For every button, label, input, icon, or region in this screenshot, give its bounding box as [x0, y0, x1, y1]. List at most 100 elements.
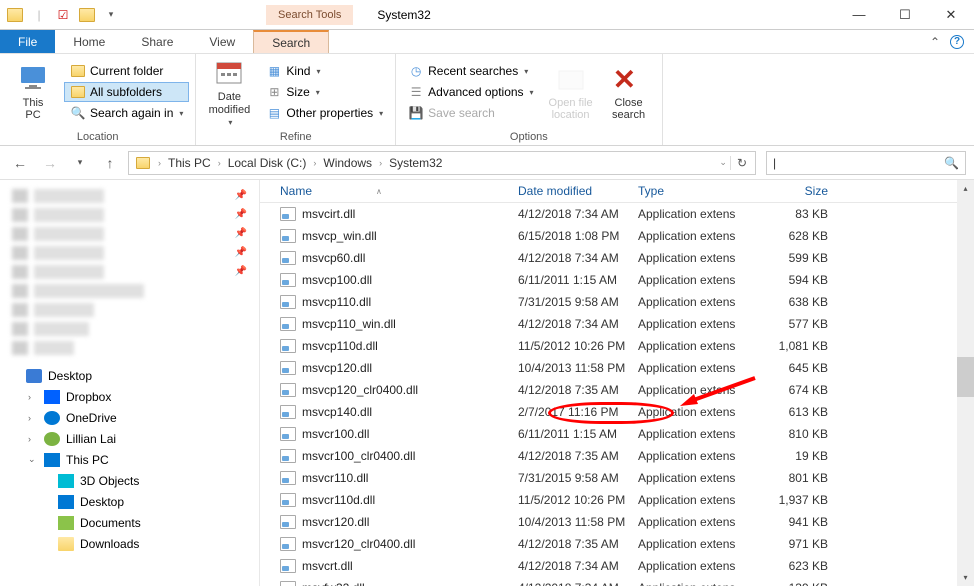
- tree-this-pc[interactable]: ⌄This PC: [6, 449, 253, 470]
- save-search-button[interactable]: 💾Save search: [402, 103, 539, 123]
- file-row[interactable]: msvcp_win.dll6/15/2018 1:08 PMApplicatio…: [260, 225, 974, 247]
- recent-searches-button[interactable]: ◷Recent searches▾: [402, 61, 539, 81]
- vertical-scrollbar[interactable]: ▴ ▾: [957, 180, 974, 586]
- forward-button[interactable]: →: [38, 151, 62, 175]
- quick-access-item[interactable]: 📌: [8, 243, 251, 262]
- help-icon[interactable]: ?: [950, 35, 964, 49]
- file-row[interactable]: msvcr100_clr0400.dll4/12/2018 7:35 AMApp…: [260, 445, 974, 467]
- file-row[interactable]: msvcp110d.dll11/5/2012 10:26 PMApplicati…: [260, 335, 974, 357]
- quick-access-item[interactable]: [8, 319, 251, 338]
- other-properties-button[interactable]: ▤Other properties▾: [260, 103, 389, 123]
- file-row[interactable]: msvcr110.dll7/31/2015 9:58 AMApplication…: [260, 467, 974, 489]
- scroll-up-icon[interactable]: ▴: [957, 180, 974, 197]
- file-row[interactable]: msvcp120_clr0400.dll4/12/2018 7:35 AMApp…: [260, 379, 974, 401]
- current-folder-button[interactable]: Current folder: [64, 61, 189, 81]
- tree-desktop2[interactable]: Desktop: [6, 491, 253, 512]
- file-row[interactable]: msvcr120.dll10/4/2013 11:58 PMApplicatio…: [260, 511, 974, 533]
- tree-user[interactable]: ›Lillian Lai: [6, 428, 253, 449]
- ribbon: This PC Current folder All subfolders 🔍S…: [0, 54, 974, 146]
- view-tab[interactable]: View: [191, 30, 253, 53]
- file-row[interactable]: msvcp120.dll10/4/2013 11:58 PMApplicatio…: [260, 357, 974, 379]
- file-name: msvcp_win.dll: [302, 229, 377, 243]
- recent-locations-button[interactable]: ▾: [68, 151, 92, 175]
- dll-file-icon: [280, 251, 296, 265]
- breadcrumb-segment[interactable]: System32: [385, 156, 446, 170]
- file-row[interactable]: msvcp140.dll2/7/2017 11:16 PMApplication…: [260, 401, 974, 423]
- close-button[interactable]: ✕: [928, 0, 974, 30]
- quick-access-item[interactable]: 📌: [8, 262, 251, 281]
- file-tab[interactable]: File: [0, 30, 55, 53]
- chevron-right-icon[interactable]: ›: [28, 413, 38, 423]
- chevron-right-icon[interactable]: ›: [376, 158, 385, 168]
- all-subfolders-button[interactable]: All subfolders: [64, 82, 189, 102]
- quick-access-item[interactable]: [8, 300, 251, 319]
- file-date: 6/11/2011 1:15 AM: [518, 427, 638, 441]
- quick-access-item[interactable]: [8, 281, 251, 300]
- tree-3d-objects[interactable]: 3D Objects: [6, 470, 253, 491]
- file-row[interactable]: msvcp110.dll7/31/2015 9:58 AMApplication…: [260, 291, 974, 313]
- refresh-button[interactable]: ↻: [730, 156, 753, 170]
- tree-downloads[interactable]: Downloads: [6, 533, 253, 554]
- home-tab[interactable]: Home: [55, 30, 123, 53]
- file-row[interactable]: msvcirt.dll4/12/2018 7:34 AMApplication …: [260, 203, 974, 225]
- breadcrumb-segment[interactable]: Local Disk (C:): [224, 156, 311, 170]
- tree-desktop[interactable]: Desktop: [6, 365, 253, 386]
- this-pc-button[interactable]: This PC: [6, 63, 60, 121]
- file-date: 6/11/2011 1:15 AM: [518, 273, 638, 287]
- file-date: 11/5/2012 10:26 PM: [518, 339, 638, 353]
- file-row[interactable]: msvcp60.dll4/12/2018 7:34 AMApplication …: [260, 247, 974, 269]
- quick-access-item[interactable]: 📌: [8, 224, 251, 243]
- back-button[interactable]: ←: [8, 151, 32, 175]
- maximize-button[interactable]: ☐: [882, 0, 928, 30]
- scroll-thumb[interactable]: [957, 357, 974, 397]
- file-row[interactable]: msvcp100.dll6/11/2011 1:15 AMApplication…: [260, 269, 974, 291]
- chevron-right-icon[interactable]: ›: [310, 158, 319, 168]
- file-row[interactable]: msvfw32.dll4/12/2018 7:34 AMApplication …: [260, 577, 974, 586]
- file-row[interactable]: msvcp110_win.dll4/12/2018 7:34 AMApplica…: [260, 313, 974, 335]
- file-row[interactable]: msvcr110d.dll11/5/2012 10:26 PMApplicati…: [260, 489, 974, 511]
- address-dropdown-icon[interactable]: ⌄: [716, 157, 730, 168]
- minimize-button[interactable]: —: [836, 0, 882, 30]
- quick-access-item[interactable]: [8, 338, 251, 357]
- column-header-date[interactable]: Date modified: [518, 184, 638, 198]
- file-name: msvcp110d.dll: [302, 339, 378, 353]
- qat-customize-icon[interactable]: ▾: [100, 4, 122, 26]
- file-row[interactable]: msvcr100.dll6/11/2011 1:15 AMApplication…: [260, 423, 974, 445]
- tree-documents[interactable]: Documents: [6, 512, 253, 533]
- file-row[interactable]: msvcr120_clr0400.dll4/12/2018 7:35 AMApp…: [260, 533, 974, 555]
- search-box[interactable]: | 🔍: [766, 151, 966, 175]
- tree-dropbox[interactable]: ›Dropbox: [6, 386, 253, 407]
- quick-access-item[interactable]: 📌: [8, 205, 251, 224]
- chevron-down-icon[interactable]: ⌄: [28, 454, 38, 465]
- address-bar[interactable]: › This PC › Local Disk (C:) › Windows › …: [128, 151, 756, 175]
- date-modified-button[interactable]: Date modified ▾: [202, 57, 256, 126]
- column-header-name[interactable]: Name∧: [260, 184, 518, 198]
- folders-icon: [70, 84, 86, 100]
- file-row[interactable]: msvcrt.dll4/12/2018 7:34 AMApplication e…: [260, 555, 974, 577]
- tree-onedrive[interactable]: ›OneDrive: [6, 407, 253, 428]
- collapse-ribbon-icon[interactable]: ⌃: [930, 35, 940, 49]
- column-header-type[interactable]: Type: [638, 184, 758, 198]
- up-button[interactable]: ↑: [98, 151, 122, 175]
- search-icon[interactable]: 🔍: [944, 156, 959, 170]
- properties-icon[interactable]: ☑: [52, 4, 74, 26]
- search-again-in-button[interactable]: 🔍Search again in▾: [64, 103, 189, 123]
- share-tab[interactable]: Share: [123, 30, 191, 53]
- breadcrumb-segment[interactable]: This PC: [164, 156, 215, 170]
- scroll-down-icon[interactable]: ▾: [957, 569, 974, 586]
- dll-file-icon: [280, 361, 296, 375]
- advanced-options-button[interactable]: ☰Advanced options▾: [402, 82, 539, 102]
- chevron-right-icon[interactable]: ›: [215, 158, 224, 168]
- chevron-right-icon[interactable]: ›: [28, 392, 38, 402]
- breadcrumb-segment[interactable]: Windows: [319, 156, 376, 170]
- quick-access-item[interactable]: 📌: [8, 186, 251, 205]
- size-button[interactable]: ⊞Size▾: [260, 82, 389, 102]
- close-search-button[interactable]: ✕ Close search: [602, 63, 656, 121]
- chevron-right-icon[interactable]: ›: [28, 434, 38, 444]
- column-header-size[interactable]: Size: [758, 184, 848, 198]
- search-tab[interactable]: Search: [253, 30, 329, 53]
- chevron-right-icon[interactable]: ›: [155, 158, 164, 168]
- file-date: 11/5/2012 10:26 PM: [518, 493, 638, 507]
- new-folder-icon[interactable]: [76, 4, 98, 26]
- kind-button[interactable]: ▦Kind▾: [260, 61, 389, 81]
